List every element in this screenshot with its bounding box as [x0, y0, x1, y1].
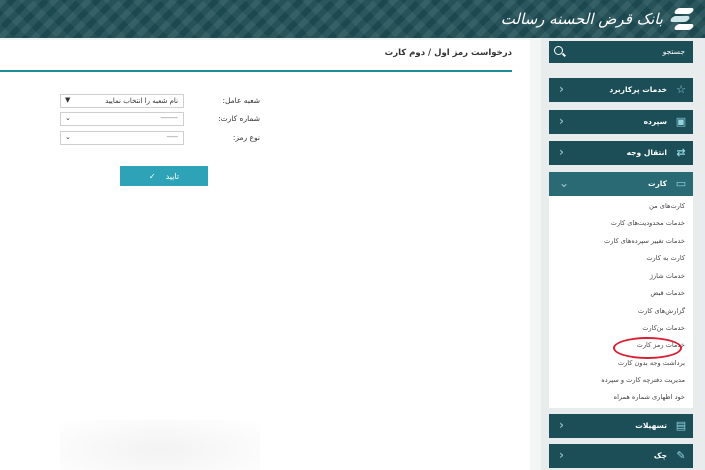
- confirm-button[interactable]: تایید ✓: [120, 166, 208, 186]
- menu-label: خدمات پرکاربرد: [609, 85, 667, 94]
- title-divider: [0, 70, 512, 72]
- card-number-row: شماره کارت: ----------- ⌄: [60, 112, 260, 128]
- chevron-left-icon: ‹: [559, 114, 564, 128]
- menu-label: کارت: [647, 179, 667, 188]
- submenu-item[interactable]: خدمات بن‌کارت: [642, 324, 685, 332]
- card-icon: ▭: [675, 177, 687, 190]
- submenu-item[interactable]: خدمات شارژ: [650, 272, 685, 280]
- submenu-item[interactable]: کارت به کارت: [646, 254, 685, 262]
- password-type-label: نوع رمز:: [232, 133, 260, 142]
- check-icon: ✓: [148, 171, 156, 181]
- chevron-down-icon: ⌄: [559, 176, 570, 190]
- submenu-item[interactable]: کارت‌های من: [649, 202, 685, 210]
- search-icon[interactable]: [554, 46, 563, 55]
- chevron-left-icon: ‹: [559, 448, 564, 462]
- card-submenu: کارت‌های من خدمات محدودیت‌های کارت خدمات…: [549, 196, 693, 408]
- menu-label: تسهیلات: [635, 421, 667, 430]
- menu-transfer[interactable]: ⇄ انتقال وجه ‹: [549, 141, 693, 165]
- background-smudge: [60, 420, 260, 470]
- menu-frequent-services[interactable]: ☆ خدمات پرکاربرد ‹: [549, 78, 693, 102]
- top-header: بانک قرض الحسنه رسالت: [0, 0, 705, 38]
- transfer-icon: ⇄: [676, 146, 686, 159]
- page-title: درخواست رمز اول / دوم کارت: [384, 48, 512, 58]
- sidebar: جستجو ☆ خدمات پرکاربرد ‹ ▣ سپرده ‹ ⇄ انت…: [541, 38, 705, 470]
- deposit-icon: ▣: [675, 115, 687, 128]
- submenu-item[interactable]: گزارش‌های کارت: [638, 307, 685, 315]
- brand-name: بانک قرض الحسنه رسالت: [500, 10, 663, 28]
- submenu-item[interactable]: خدمات قبض: [650, 289, 685, 297]
- card-number-value: -----------: [160, 114, 178, 122]
- submenu-item[interactable]: خود اظهاری شماره همراه: [614, 393, 685, 401]
- submenu-item[interactable]: برداشت وجه بدون کارت: [618, 359, 685, 367]
- main-panel: درخواست رمز اول / دوم کارت شعبه عامل: نا…: [0, 40, 530, 470]
- password-type-value: -------: [166, 133, 178, 141]
- loan-icon: ▤: [675, 419, 687, 432]
- branch-label: شعبه عامل:: [222, 96, 260, 105]
- cheque-icon: ✎: [676, 449, 686, 462]
- password-type-select[interactable]: ------- ⌄: [60, 131, 184, 145]
- branch-select-value: نام شعبه را انتخاب نمایید: [105, 97, 178, 105]
- branch-row: شعبه عامل: نام شعبه را انتخاب نمایید ▼: [60, 94, 260, 110]
- card-number-select[interactable]: ----------- ⌄: [60, 112, 184, 126]
- branch-select[interactable]: نام شعبه را انتخاب نمایید ▼: [60, 94, 184, 108]
- highlight-annotation: [613, 337, 682, 359]
- search-input[interactable]: جستجو: [549, 41, 693, 63]
- chevron-left-icon: ‹: [559, 418, 564, 432]
- chevron-left-icon: ‹: [559, 145, 564, 159]
- menu-label: سپرده: [643, 117, 667, 126]
- card-number-label: شماره کارت:: [218, 114, 260, 123]
- menu-card[interactable]: ▭ کارت ⌄: [549, 172, 693, 196]
- chevron-left-icon: ‹: [559, 82, 564, 96]
- submenu-item[interactable]: خدمات تغییر سپرده‌های کارت: [604, 237, 685, 245]
- bank-logo-icon: [669, 6, 695, 32]
- menu-deposit[interactable]: ▣ سپرده ‹: [549, 110, 693, 134]
- dropdown-arrow-icon: ▼: [65, 96, 71, 104]
- confirm-label: تایید: [165, 171, 180, 181]
- bank-brand[interactable]: بانک قرض الحسنه رسالت: [500, 4, 695, 34]
- submenu-item[interactable]: خدمات محدودیت‌های کارت: [611, 219, 685, 227]
- menu-label: انتقال وجه: [626, 148, 667, 157]
- menu-loans[interactable]: ▤ تسهیلات ‹: [549, 414, 693, 438]
- menu-cheque[interactable]: ✎ چک ‹: [549, 444, 693, 468]
- chevron-down-icon: ⌄: [65, 114, 71, 122]
- menu-label: چک: [653, 451, 667, 460]
- chevron-down-icon: ⌄: [65, 133, 71, 141]
- search-placeholder: جستجو: [662, 47, 685, 56]
- password-type-row: نوع رمز: ------- ⌄: [60, 131, 260, 147]
- star-icon: ☆: [676, 83, 686, 96]
- submenu-item[interactable]: مدیریت دفترچه کارت و سپرده: [601, 376, 685, 384]
